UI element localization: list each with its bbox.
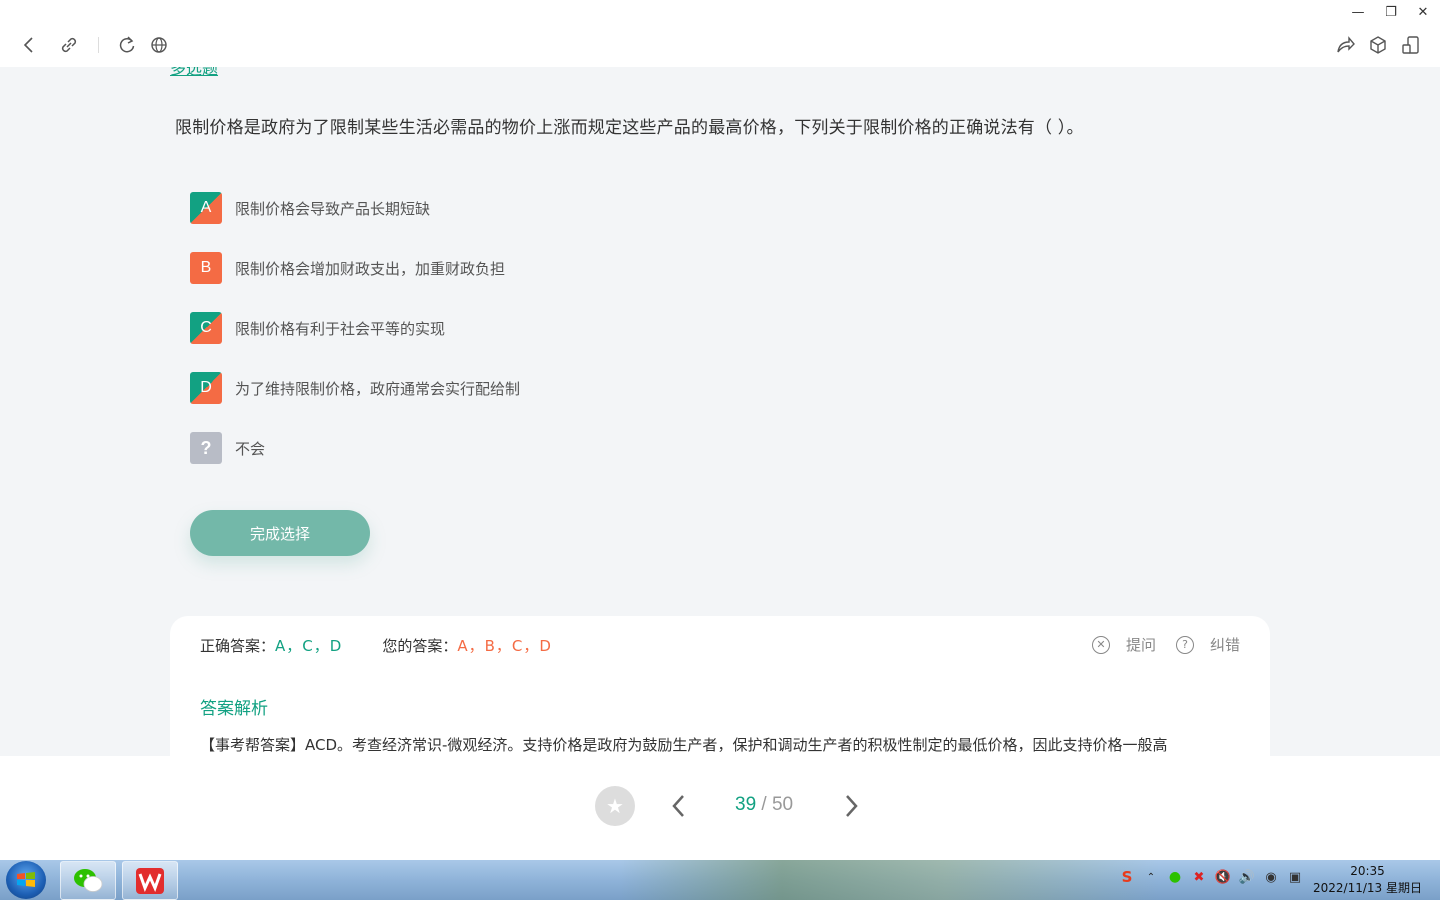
ask-icon[interactable]: ✕ [1091, 635, 1110, 654]
system-tray: S ⌃ ● ✖ 🔇 🔊 ◉ ▣ [1118, 868, 1310, 886]
globe-icon[interactable] [148, 34, 170, 56]
option-d[interactable]: D 为了维持限制价格，政府通常会实行配给制 [190, 372, 520, 404]
clock-date: 2022/11/13 星期日 [1313, 881, 1422, 895]
phone-icon[interactable] [1400, 34, 1422, 56]
page-separator: / [756, 794, 772, 815]
page-total: 50 [771, 794, 794, 815]
submit-selection-button[interactable]: 完成选择 [190, 510, 370, 556]
option-a[interactable]: A 限制价格会导致产品长期短缺 [190, 192, 430, 224]
answer-tools: ✕ 提问 ? 纠错 [1091, 634, 1240, 655]
question-area: 多选题 限制价格是政府为了限制某些生活必需品的物价上涨而规定这些产品的最高价格，… [0, 67, 1440, 756]
volume-muted-icon[interactable]: 🔇 [1214, 868, 1232, 886]
title-toolbar: — ❐ ✕ [0, 0, 1440, 67]
your-answer-value: A，B，C，D [457, 637, 552, 655]
option-a-badge: A [190, 192, 222, 224]
network-icon[interactable]: ▣ [1286, 868, 1304, 886]
sogou-ime-icon[interactable]: S [1118, 868, 1136, 886]
answer-summary: 正确答案： A，C，D 您的答案： A，B，C，D [200, 635, 552, 656]
analysis-text: 【事考帮答案】ACD。考查经济常识-微观经济。支持价格是政府为鼓励生产者，保护和… [200, 736, 1168, 754]
your-answer-label: 您的答案： [382, 637, 458, 655]
cube-icon[interactable] [1367, 34, 1389, 56]
option-a-text: 限制价格会导致产品长期短缺 [235, 199, 431, 218]
taskbar-wps[interactable] [122, 861, 178, 900]
option-c-badge: C [190, 312, 222, 344]
pager-bar: ★ 39 / 50 [0, 756, 1440, 860]
system-clock[interactable]: 20:35 2022/11/13 星期日 [1310, 863, 1425, 897]
option-b[interactable]: B 限制价格会增加财政支出，加重财政负担 [190, 252, 505, 284]
page-current: 39 [735, 794, 757, 815]
question-type-label: 多选题 [170, 67, 219, 78]
link-icon[interactable] [58, 34, 80, 56]
report-error-button[interactable]: 纠错 [1210, 634, 1240, 655]
prev-arrow-icon[interactable] [669, 792, 689, 820]
ask-button[interactable]: 提问 [1126, 634, 1156, 655]
option-dont-know-text: 不会 [235, 439, 266, 458]
back-icon[interactable] [18, 34, 40, 56]
answer-card: 正确答案： A，C，D 您的答案： A，B，C，D ✕ 提问 ? 纠错 答案解析… [170, 616, 1270, 756]
question-stem: 限制价格是政府为了限制某些生活必需品的物价上涨而规定这些产品的最高价格，下列关于… [175, 118, 1084, 138]
correct-answer-value: A，C，D [275, 637, 343, 655]
option-d-text: 为了维持限制价格，政府通常会实行配给制 [235, 379, 521, 398]
minimize-button[interactable]: — [1347, 3, 1369, 23]
option-c[interactable]: C 限制价格有利于社会平等的实现 [190, 312, 445, 344]
restore-button[interactable]: ❐ [1380, 3, 1402, 23]
close-button[interactable]: ✕ [1412, 3, 1434, 23]
windows-logo-icon [17, 872, 35, 887]
start-button[interactable] [6, 861, 46, 899]
share-icon[interactable] [1334, 34, 1356, 56]
page-counter: 39 / 50 [735, 794, 793, 816]
help-circle-icon[interactable]: ? [1175, 635, 1194, 654]
option-b-text: 限制价格会增加财政支出，加重财政负担 [235, 259, 506, 278]
favorite-star-button[interactable]: ★ [595, 786, 635, 826]
refresh-icon[interactable] [116, 34, 138, 56]
wechat-icon [74, 868, 103, 892]
next-arrow-icon[interactable] [841, 792, 861, 820]
option-c-text: 限制价格有利于社会平等的实现 [235, 319, 446, 338]
analysis-title: 答案解析 [200, 699, 268, 719]
option-d-badge: D [190, 372, 222, 404]
wechat-tray-icon[interactable]: ● [1166, 868, 1184, 886]
taskbar-wallpaper [620, 860, 1160, 900]
taskbar-wechat[interactable] [60, 861, 116, 900]
clock-time: 20:35 [1350, 864, 1385, 878]
question-mark-icon: ? [190, 432, 222, 464]
correct-answer-label: 正确答案： [200, 637, 276, 655]
wps-icon [136, 867, 164, 894]
app-tray-icon[interactable]: ◉ [1262, 868, 1280, 886]
option-b-badge: B [190, 252, 222, 284]
option-dont-know[interactable]: ? 不会 [190, 432, 265, 464]
toolbar-divider [98, 37, 99, 53]
volume-icon[interactable]: 🔊 [1238, 868, 1256, 886]
tray-expand-icon[interactable]: ⌃ [1142, 868, 1160, 886]
security-tray-icon[interactable]: ✖ [1190, 868, 1208, 886]
windows-taskbar: S ⌃ ● ✖ 🔇 🔊 ◉ ▣ 20:35 2022/11/13 星期日 [0, 860, 1440, 900]
